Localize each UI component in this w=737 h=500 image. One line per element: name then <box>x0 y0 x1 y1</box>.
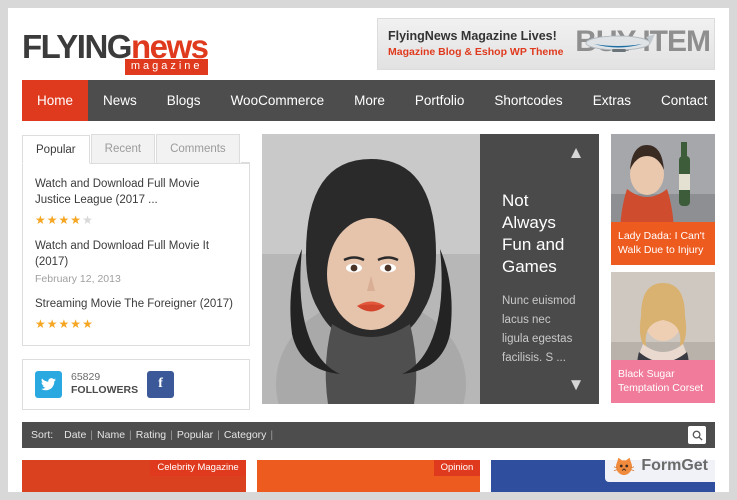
site-header: FLYINGnews magazine FlyingNews Magazine … <box>8 8 729 80</box>
star-filled: ★ <box>58 316 71 331</box>
bottom-card-1-title[interactable]: Watch and Download Full Movie <box>33 491 238 493</box>
chevron-down-icon[interactable]: ▼ <box>563 376 589 394</box>
sidebar-right: Lady Dada: I Can't Walk Due to Injury Bl… <box>611 134 715 410</box>
nav-item-shortcodes[interactable]: Shortcodes <box>479 80 577 121</box>
popular-posts-panel: Watch and Download Full Movie Justice Le… <box>22 164 250 346</box>
sort-option-name[interactable]: Name <box>97 429 125 441</box>
list-item[interactable]: Watch and Download Full Movie Justice Le… <box>35 176 237 227</box>
facebook-icon[interactable]: f <box>147 370 175 398</box>
sort-sep: | <box>129 429 132 441</box>
airship-icon <box>585 34 655 52</box>
sidebar-left: Popular Recent Comments Watch and Downlo… <box>22 134 250 410</box>
star-filled: ★ <box>70 212 83 227</box>
logo-badge-magazine: magazine <box>124 59 208 75</box>
featured-title[interactable]: Not Always Fun and Games <box>502 190 577 278</box>
nav-item-blogs[interactable]: Blogs <box>152 80 216 121</box>
right-card-2-caption[interactable]: Black Sugar Temptation Corset <box>611 359 715 403</box>
nav-item-home[interactable]: Home <box>22 80 89 121</box>
right-card-1-caption[interactable]: Lady Dada: I Can't Walk Due to Injury <box>611 221 715 265</box>
page-frame: FLYINGnews magazine FlyingNews Magazine … <box>8 8 729 492</box>
nav-item-contact[interactable]: Contact <box>646 80 723 121</box>
sort-sep: | <box>90 429 94 441</box>
watermark-text: FormGet <box>641 457 708 474</box>
star-filled: ★ <box>82 316 94 331</box>
post-rating: ★★★★★ <box>35 317 237 331</box>
star-filled: ★ <box>58 212 71 227</box>
nav-item-news[interactable]: News <box>88 80 152 121</box>
promo-banner[interactable]: FlyingNews Magazine Lives! Magazine Blog… <box>377 18 715 70</box>
star-filled: ★ <box>70 316 83 331</box>
search-icon[interactable] <box>688 426 706 444</box>
post-title[interactable]: Streaming Movie The Foreigner (2017) <box>35 296 237 312</box>
logo-text-flying: FLYING <box>22 27 132 65</box>
main-navigation: Home News Blogs WooCommerce More Portfol… <box>22 80 715 121</box>
site-logo[interactable]: FLYINGnews magazine <box>22 26 209 75</box>
content-area: Popular Recent Comments Watch and Downlo… <box>8 121 729 410</box>
star-filled: ★ <box>46 212 59 227</box>
right-card-2[interactable]: Black Sugar Temptation Corset <box>611 272 715 403</box>
post-date: February 12, 2013 <box>35 273 121 286</box>
list-item[interactable]: Watch and Download Full Movie It (2017) … <box>35 238 237 286</box>
tab-comments[interactable]: Comments <box>156 134 240 163</box>
tab-popular[interactable]: Popular <box>22 135 90 164</box>
featured-slider: ▲ Not Always Fun and Games Nunc euismod … <box>262 134 599 404</box>
sort-label: Sort: <box>31 429 54 441</box>
sort-option-rating[interactable]: Rating <box>136 429 166 441</box>
nav-item-portfolio[interactable]: Portfolio <box>400 80 480 121</box>
featured-excerpt: Nunc euismod lacus nec ligula egestas fa… <box>502 295 576 365</box>
sort-option-category[interactable]: Category <box>224 429 267 441</box>
bottom-card-2-tag: Opinion <box>433 460 481 476</box>
star-filled: ★ <box>46 316 59 331</box>
formget-watermark: FormGet <box>605 450 719 482</box>
nav-item-extras[interactable]: Extras <box>578 80 646 121</box>
bottom-card-2-title[interactable]: Watch and Download Full Movie <box>268 491 473 493</box>
sort-sep: | <box>217 429 220 441</box>
sidebar-tabs: Popular Recent Comments <box>22 134 250 164</box>
featured-image[interactable] <box>262 134 480 404</box>
featured-caption: ▲ Not Always Fun and Games Nunc euismod … <box>480 134 599 404</box>
star-filled: ★ <box>35 212 47 227</box>
chevron-up-icon[interactable]: ▲ <box>563 144 589 162</box>
right-card-1[interactable]: Lady Dada: I Can't Walk Due to Injury <box>611 134 715 265</box>
sort-sep <box>53 429 64 441</box>
sort-bar: Sort: Date | Name | Rating | Popular | C… <box>22 422 715 448</box>
nav-item-woocommerce[interactable]: WooCommerce <box>216 80 340 121</box>
tab-filler <box>240 134 250 163</box>
promo-banner-line1: FlyingNews Magazine Lives! <box>388 29 557 44</box>
bottom-card-1[interactable]: Celebrity Magazine Watch and Download Fu… <box>22 460 246 492</box>
sort-sep: | <box>270 429 274 441</box>
star-filled: ★ <box>35 316 47 331</box>
list-item[interactable]: Streaming Movie The Foreigner (2017) ★★★… <box>35 296 237 330</box>
follower-count-block: 65829 FOLLOWERS <box>71 371 138 398</box>
nav-item-more[interactable]: More <box>339 80 400 121</box>
sort-sep: | <box>170 429 173 441</box>
post-title[interactable]: Watch and Download Full Movie Justice Le… <box>35 176 237 209</box>
star-empty: ★ <box>82 212 94 227</box>
sort-option-date[interactable]: Date <box>64 429 86 441</box>
bottom-card-3-title[interactable]: Watch Full Movie On <box>502 491 707 493</box>
cat-logo-icon <box>614 457 635 476</box>
twitter-icon[interactable] <box>35 370 62 398</box>
bottom-card-2[interactable]: Opinion Watch and Download Full Movie <box>256 460 481 493</box>
social-followers-widget: 65829 FOLLOWERS f <box>22 358 250 410</box>
sort-option-popular[interactable]: Popular <box>177 429 213 441</box>
promo-banner-text: FlyingNews Magazine Lives! Magazine Blog… <box>378 28 563 59</box>
follower-label: FOLLOWERS <box>71 384 139 397</box>
bottom-card-1-tag: Celebrity Magazine <box>150 460 246 476</box>
follower-count: 65829 <box>71 370 101 383</box>
tab-recent[interactable]: Recent <box>90 134 156 163</box>
post-rating: ★★★★★ <box>35 213 237 227</box>
post-title[interactable]: Watch and Download Full Movie It (2017) <box>35 238 237 271</box>
promo-banner-line2: Magazine Blog & Eshop WP Theme <box>388 46 564 59</box>
